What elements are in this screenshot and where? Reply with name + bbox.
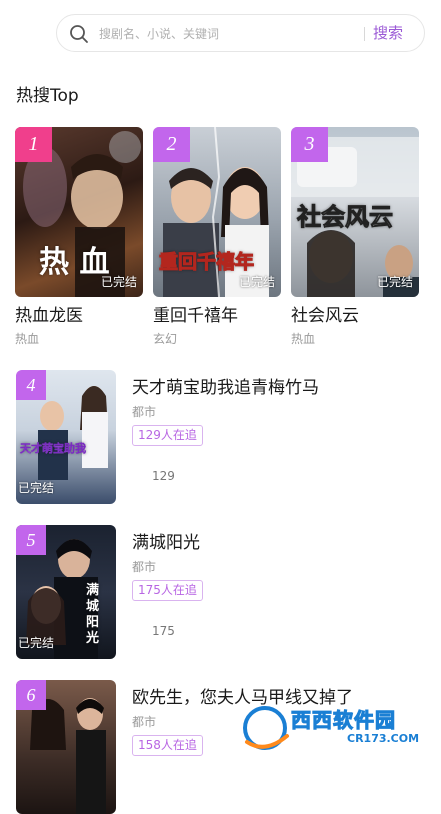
card-genre: 热血 xyxy=(15,332,40,346)
watermark-sub: CR173.COM xyxy=(347,732,420,745)
item-genre: 都市 xyxy=(132,405,157,419)
item-title: 天才萌宝助我追青梅竹马 xyxy=(132,378,319,398)
card-title: 重回千禧年 xyxy=(153,306,238,326)
cover-title-art: 重回千禧年 xyxy=(158,251,255,274)
card-title: 热血龙医 xyxy=(15,306,83,326)
drama-cover[interactable]: 6 xyxy=(16,680,116,814)
item-title: 满城阳光 xyxy=(132,533,200,553)
drama-cover[interactable]: 热 血 1 已完结 xyxy=(15,127,143,297)
status-badge: 已完结 xyxy=(100,275,137,289)
followers-tag: 129人在追 xyxy=(132,425,203,446)
rank-badge: 4 xyxy=(16,370,46,400)
cover-title-art: 满城阳光 xyxy=(86,583,100,646)
cover-title-art: 热 血 xyxy=(39,245,110,280)
drama-cover[interactable]: 天才萌宝助我 4 已完结 xyxy=(16,370,116,504)
rank-badge: 2 xyxy=(153,127,190,162)
rank-badge: 3 xyxy=(291,127,328,162)
cover-title-art: 天才萌宝助我 xyxy=(20,442,86,455)
status-badge: 已完结 xyxy=(18,481,55,495)
status-badge: 已完结 xyxy=(18,636,55,650)
rank-badge: 1 xyxy=(15,127,52,162)
status-badge: 已完结 xyxy=(238,275,275,289)
item-genre: 都市 xyxy=(132,560,157,574)
rank-badge: 6 xyxy=(16,680,46,710)
section-title: 热搜Top xyxy=(16,86,79,106)
card-title: 社会风云 xyxy=(291,306,359,326)
status-badge: 已完结 xyxy=(376,275,413,289)
list-item[interactable]: 满城阳光 5 已完结 满城阳光 都市 175人在追 175 xyxy=(16,525,426,659)
drama-cover[interactable]: 满城阳光 5 已完结 xyxy=(16,525,116,659)
search-button[interactable]: 搜索 xyxy=(373,22,403,44)
drama-cover[interactable]: 重回千禧年 2 已完结 xyxy=(153,127,281,297)
top-card-3[interactable]: 社会风云 3 已完结 社会风云 热血 xyxy=(291,127,419,348)
card-genre: 玄幻 xyxy=(153,332,178,346)
followers-tag: 158人在追 xyxy=(132,735,203,756)
item-info: 天才萌宝助我追青梅竹马 都市 129人在追 129 xyxy=(132,376,426,484)
card-genre: 热血 xyxy=(291,332,316,346)
search-icon xyxy=(70,25,88,43)
top-card-2[interactable]: 重回千禧年 2 已完结 重回千禧年 玄幻 xyxy=(153,127,281,348)
view-count: 175 xyxy=(152,624,175,638)
followers-tag: 175人在追 xyxy=(132,580,203,601)
rank-badge: 5 xyxy=(16,525,46,555)
watermark-text: 西西软件园 xyxy=(291,708,396,733)
search-divider xyxy=(364,27,365,41)
drama-cover[interactable]: 社会风云 3 已完结 xyxy=(291,127,419,297)
top-card-1[interactable]: 热 血 1 已完结 热血龙医 热血 xyxy=(15,127,143,348)
cover-title-art: 社会风云 xyxy=(297,203,394,232)
watermark-logo: 西西软件园 CR173.COM xyxy=(235,696,437,758)
search-bar[interactable]: 搜索 xyxy=(56,14,425,52)
search-input[interactable] xyxy=(97,22,361,46)
list-item[interactable]: 天才萌宝助我 4 已完结 天才萌宝助我追青梅竹马 都市 129人在追 129 xyxy=(16,370,426,504)
view-count: 129 xyxy=(152,469,175,483)
item-info: 满城阳光 都市 175人在追 175 xyxy=(132,531,426,639)
